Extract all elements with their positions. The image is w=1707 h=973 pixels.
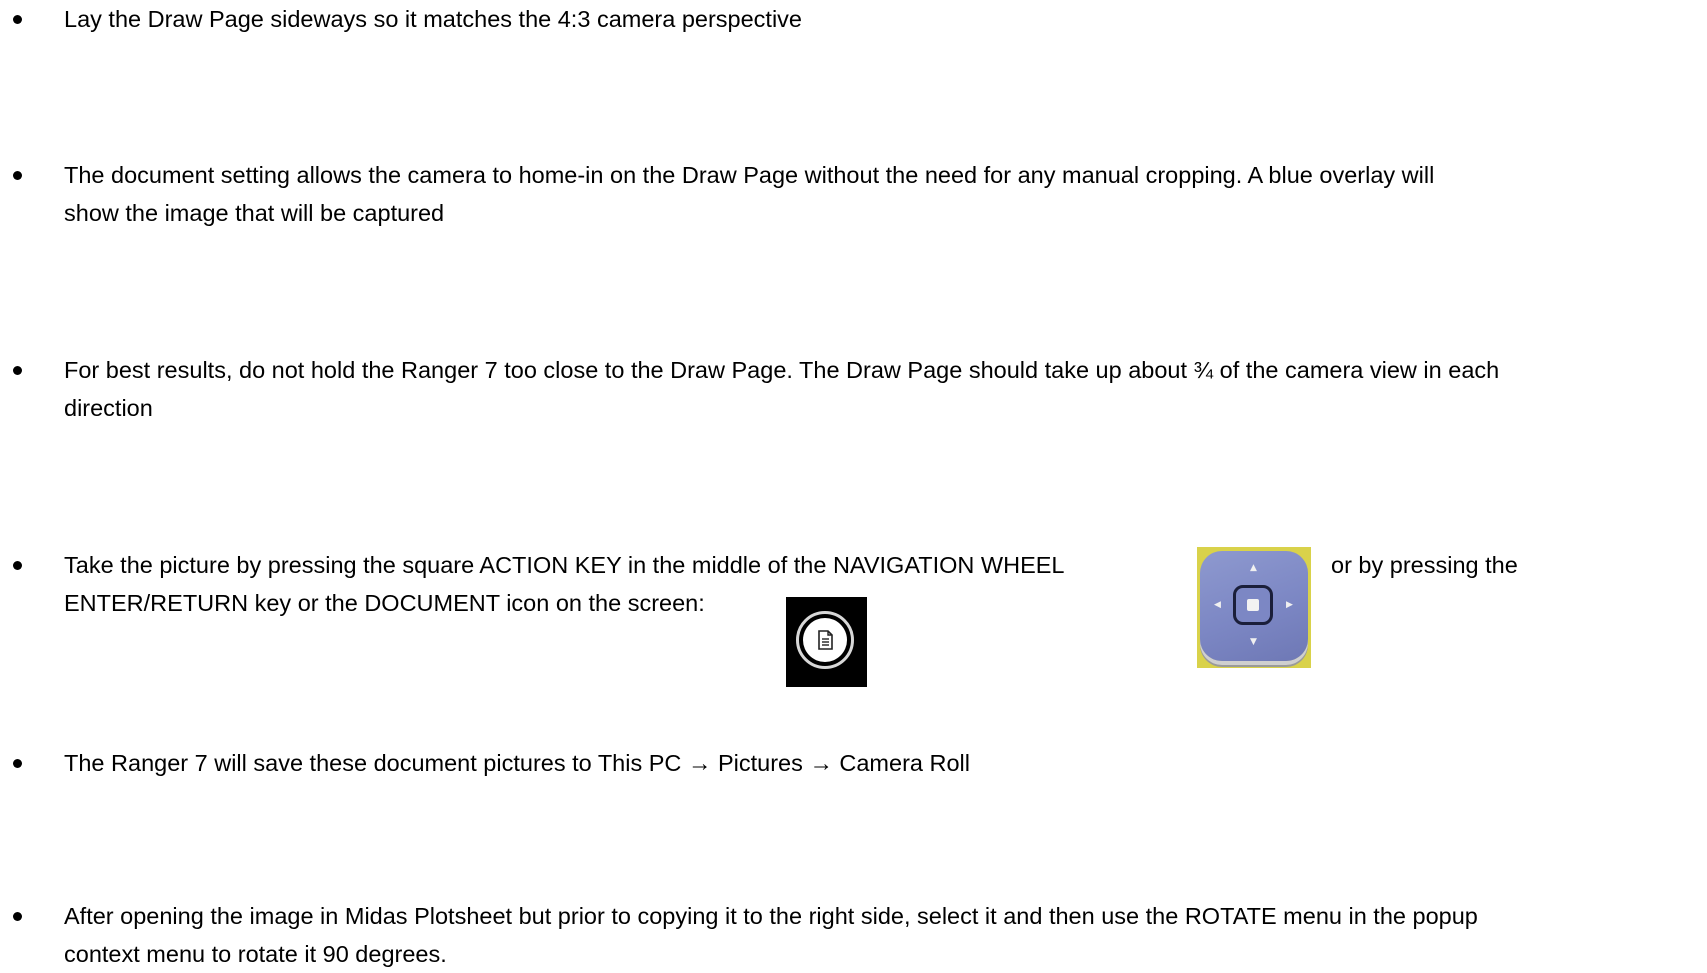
list-item-text: show the image that will be captured bbox=[64, 200, 445, 226]
bullet-icon bbox=[13, 759, 22, 768]
arrow-up-icon: ▲ bbox=[1250, 563, 1257, 573]
bullet-icon bbox=[13, 912, 22, 921]
list-item-text: ENTER/RETURN key or the DOCUMENT icon on… bbox=[64, 590, 705, 616]
bullet-icon bbox=[13, 366, 22, 375]
document-glyph-icon bbox=[818, 630, 833, 650]
navigation-wheel-icon: ▲ ▼ ◀ ▶ bbox=[1197, 547, 1311, 668]
arrow-down-icon: ▼ bbox=[1250, 637, 1257, 647]
list-item-text: For best results, do not hold the Ranger… bbox=[64, 357, 1500, 383]
list-item-text: The Ranger 7 will save these document pi… bbox=[64, 750, 970, 776]
list-item-text: direction bbox=[64, 395, 153, 421]
list-item-text: The document setting allows the camera t… bbox=[64, 162, 1435, 188]
list-item-text-continued: or by pressing the bbox=[1331, 552, 1518, 578]
action-key-icon bbox=[1233, 585, 1273, 625]
bullet-icon bbox=[13, 561, 22, 570]
arrow-right-icon: ▶ bbox=[1286, 600, 1293, 610]
bullet-icon bbox=[13, 171, 22, 180]
document-icon bbox=[786, 597, 867, 687]
arrow-left-icon: ◀ bbox=[1214, 600, 1221, 610]
list-item-text: Lay the Draw Page sideways so it matches… bbox=[64, 6, 803, 32]
bullet-icon bbox=[13, 15, 22, 24]
list-item-text: context menu to rotate it 90 degrees. bbox=[64, 941, 447, 967]
list-item-text: After opening the image in Midas Plotshe… bbox=[64, 903, 1478, 929]
